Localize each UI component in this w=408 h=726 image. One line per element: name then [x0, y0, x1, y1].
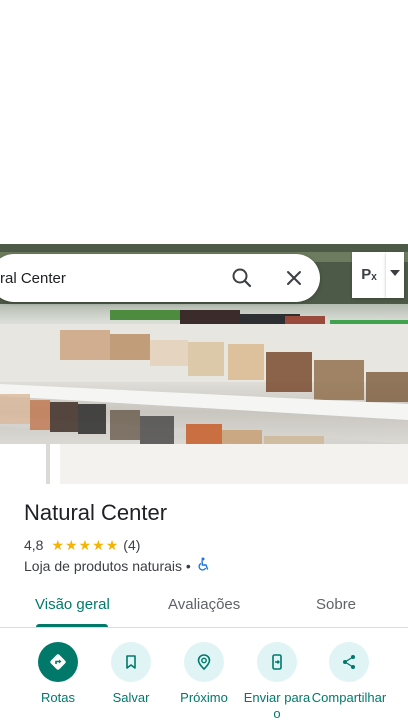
review-count[interactable]: (4) — [123, 537, 140, 553]
save-label: Salvar — [112, 690, 150, 705]
directions-button[interactable]: Rotas — [20, 640, 96, 706]
send-to-phone-label: Enviar para o — [243, 690, 311, 721]
directions-label: Rotas — [41, 690, 75, 705]
nearby-icon — [184, 642, 224, 682]
share-button[interactable]: Compartilhar — [311, 640, 387, 706]
rating-row[interactable]: 4,8 ★ ★ ★ ★ ★ (4) — [24, 536, 140, 554]
place-title: Natural Center — [24, 500, 168, 525]
tab-about[interactable]: Sobre — [316, 596, 356, 613]
search-input[interactable]: ral Center — [0, 270, 66, 287]
directions-icon — [38, 642, 78, 682]
chevron-down-icon — [390, 270, 400, 276]
blank-map-area — [0, 0, 408, 244]
save-button[interactable]: Salvar — [93, 640, 169, 706]
place-category: Loja de produtos naturais • — [24, 557, 191, 574]
active-tab-indicator — [36, 624, 108, 627]
nearby-button[interactable]: Próximo — [166, 640, 242, 706]
input-tools-button[interactable]: Pₓ — [352, 252, 386, 298]
search-icon — [232, 268, 252, 288]
share-icon — [329, 642, 369, 682]
tab-overview[interactable]: Visão geral — [35, 596, 110, 613]
star-icon: ★ — [78, 537, 92, 553]
wheelchair-accessible-icon — [197, 557, 211, 574]
star-rating: ★ ★ ★ ★ ★ — [51, 538, 119, 552]
star-icon: ★ — [92, 537, 105, 553]
bookmark-icon — [111, 642, 151, 682]
action-buttons: Rotas Salvar Próximo Enviar para o Compa… — [0, 640, 408, 726]
category-row: Loja de produtos naturais • — [24, 557, 211, 574]
send-to-phone-icon — [257, 642, 297, 682]
input-tools-dropdown[interactable] — [386, 252, 404, 298]
star-icon: ★ — [65, 537, 78, 553]
share-label: Compartilhar — [311, 690, 387, 705]
star-icon: ★ — [51, 537, 65, 553]
tab-bar: Visão geral Avaliações Sobre — [0, 584, 408, 628]
rating-value: 4,8 — [24, 537, 44, 553]
nearby-label: Próximo — [180, 690, 228, 705]
search-button[interactable] — [228, 264, 256, 292]
close-button[interactable] — [280, 264, 308, 292]
tab-reviews[interactable]: Avaliações — [168, 596, 240, 613]
star-icon: ★ — [105, 537, 119, 553]
send-to-phone-button[interactable]: Enviar para o — [239, 640, 315, 722]
close-icon — [287, 271, 301, 285]
